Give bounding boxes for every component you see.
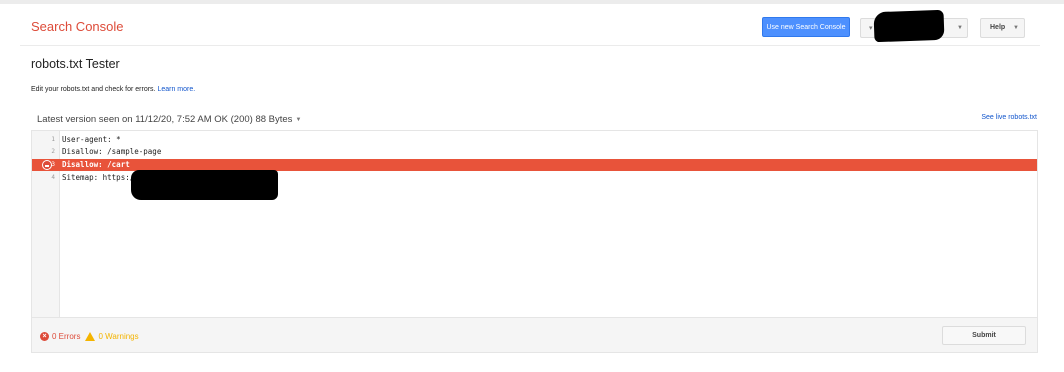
help-label: Help xyxy=(990,24,1006,31)
see-live-robots-link[interactable]: See live robots.txt xyxy=(981,114,1037,121)
line-code: Disallow: /sample-page xyxy=(62,147,162,156)
line-number: 3 xyxy=(51,161,55,168)
version-dropdown[interactable]: Latest version seen on 11/12/20, 7:52 AM… xyxy=(37,114,301,125)
error-count[interactable]: 0 Errors xyxy=(52,332,80,341)
line-number: 4 xyxy=(51,174,55,181)
redaction xyxy=(873,9,945,43)
line-code: User-agent: * xyxy=(62,135,121,144)
learn-more-link[interactable]: Learn more. xyxy=(157,86,195,93)
version-label: Latest version seen on 11/12/20, 7:52 AM… xyxy=(37,114,293,125)
line-code: Disallow: /cart xyxy=(62,160,130,169)
line-code: Sitemap: https:/ xyxy=(62,173,135,182)
page-description: Edit your robots.txt and check for error… xyxy=(31,86,195,93)
line-number: 2 xyxy=(51,148,55,155)
redaction xyxy=(131,170,278,200)
header-divider xyxy=(20,45,1040,46)
page-title: robots.txt Tester xyxy=(31,57,120,71)
robots-editor[interactable]: 1 User-agent: * 2 Disallow: /sample-page… xyxy=(31,130,1038,318)
submit-button[interactable]: Submit xyxy=(942,326,1026,345)
help-button[interactable]: Help ▼ xyxy=(980,18,1025,38)
app-logo[interactable]: Search Console xyxy=(31,19,124,34)
warning-icon xyxy=(85,332,96,341)
chevron-down-icon: ▼ xyxy=(1013,25,1019,31)
description-text: Edit your robots.txt and check for error… xyxy=(31,86,156,93)
editor-line[interactable]: 1 User-agent: * xyxy=(32,134,1037,146)
validation-status: × 0 Errors 0 Warnings xyxy=(40,332,139,341)
warning-count[interactable]: 0 Warnings xyxy=(98,332,138,341)
use-new-search-console-button[interactable]: Use new Search Console xyxy=(762,17,850,37)
top-strip xyxy=(0,0,1064,4)
editor-footer: × 0 Errors 0 Warnings Submit xyxy=(31,318,1038,353)
chevron-down-icon: ▾ xyxy=(869,25,873,32)
chevron-down-icon: ▼ xyxy=(295,117,302,123)
editor-line[interactable]: 2 Disallow: /sample-page xyxy=(32,146,1037,158)
error-icon: × xyxy=(40,332,49,341)
chevron-down-icon: ▼ xyxy=(957,25,963,31)
line-number: 1 xyxy=(51,136,55,143)
